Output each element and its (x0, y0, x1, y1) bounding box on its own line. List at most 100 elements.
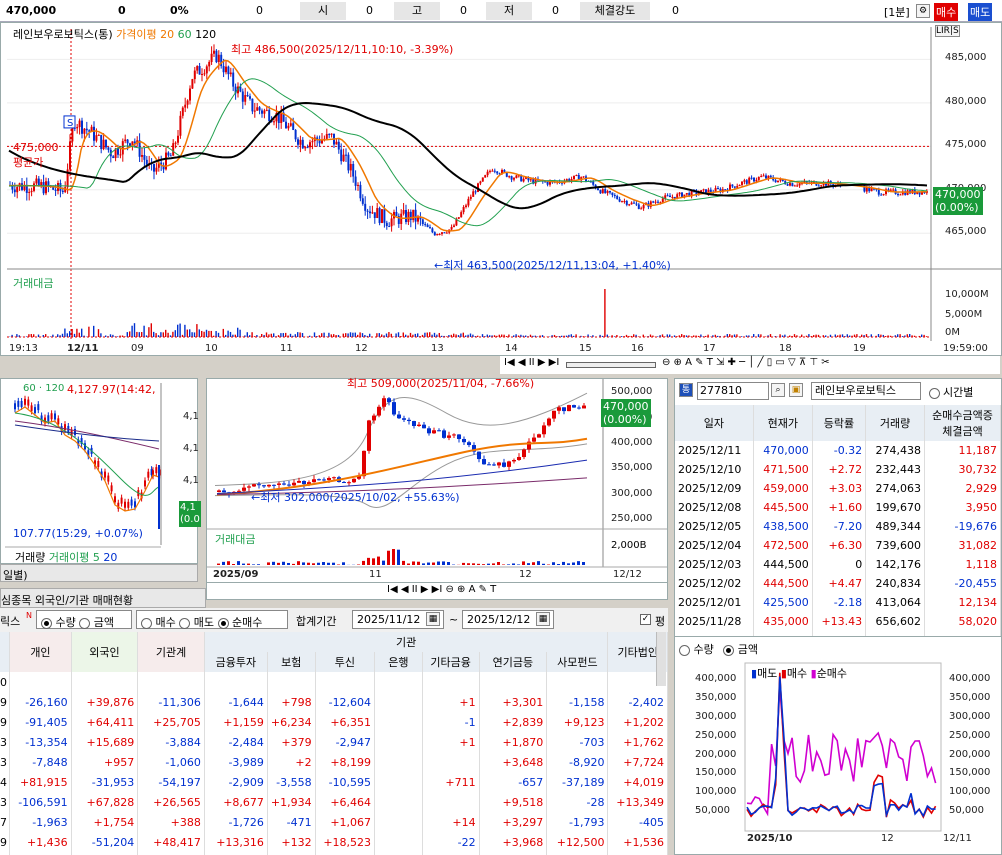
candle-body (381, 209, 383, 223)
opt-amt-radio[interactable] (79, 617, 91, 629)
col-header[interactable]: 보험 (267, 652, 316, 672)
opt-sell-radio[interactable] (179, 617, 191, 629)
volume-bar (273, 333, 275, 337)
opt-net-radio[interactable] (217, 617, 229, 629)
header-price[interactable]: 현재가 (753, 405, 813, 441)
candle-body (241, 91, 244, 102)
volume-bar (169, 335, 172, 337)
candle-body (395, 211, 398, 217)
net-qty-radio[interactable] (679, 644, 690, 656)
net-amt-radio[interactable] (723, 644, 735, 656)
opt-buy-radio[interactable] (141, 617, 152, 629)
table-row[interactable]: 2025/11/28 435,000 +13.43 656,602 58,020 (675, 612, 1001, 631)
opt-qty-radio[interactable] (41, 617, 52, 629)
calendar-to-icon[interactable]: ▦ (536, 612, 550, 626)
table-row[interactable]: 2025/12/10 471,500 +2.72 232,443 30,732 (675, 460, 1001, 479)
table-row[interactable]: 2025/12/02 444,500 +4.47 240,834 -20,455 (675, 574, 1001, 593)
cell: -1,963 (9, 812, 72, 832)
buy-button[interactable]: 매수 (934, 3, 959, 21)
table-row[interactable]: 3 -7,848 +957 -1,060 -3,989 +2 +8,199 +3,648 -8,… (0, 752, 668, 772)
daily-chart[interactable]: 최고 509,000(2025/11/04, -7.66%) 500,00045… (206, 377, 668, 600)
scroll-track[interactable] (566, 362, 656, 368)
col-header[interactable]: 투신 (315, 652, 376, 672)
table-row[interactable]: 7 -1,963 +1,754 +388 -1,726 -471 +1,067 +14 +3,2… (0, 812, 668, 832)
table-row[interactable]: 3 -13,354 +15,689 -3,884 -2,484 +379 -2,947 +1 +… (0, 732, 668, 752)
ma20-legend: 20 (160, 28, 175, 41)
volume-bar (141, 332, 143, 337)
table-row[interactable]: 4 +81,915 -31,953 -54,197 -2,909 -3,558 -10,59… (0, 772, 668, 792)
col-header[interactable]: 은행 (374, 652, 423, 672)
code-input[interactable]: 277810 (697, 382, 769, 400)
candle-body (453, 225, 455, 227)
cell-rate: 0 (812, 555, 867, 574)
daily-body (512, 459, 516, 462)
volume-bar (321, 333, 323, 337)
candle-body (654, 201, 657, 203)
table-row[interactable]: 3 -106,591 +67,828 +26,565 +8,677 +1,934 +6,46… (0, 792, 668, 812)
table-row[interactable]: 2025/12/04 472,500 +6.30 739,600 31,082 (675, 536, 1001, 555)
header-rate[interactable]: 등락률 (812, 405, 867, 441)
interval-selector[interactable]: [1분] (884, 4, 910, 20)
flags[interactable]: LIR|S (935, 25, 960, 37)
volume-bar (573, 335, 575, 337)
scroll-controls[interactable]: I◀ ◀ II ▶ ▶I (504, 357, 559, 368)
col-header[interactable]: 금융투자 (204, 652, 268, 672)
hourly-radio[interactable] (929, 387, 940, 399)
header-amount[interactable]: 순매수금액증 체결금액 (924, 405, 1001, 441)
table-row[interactable]: 2025/12/05 438,500 -7.20 489,344 -19,676 (675, 517, 1001, 536)
daily-vol-bar (247, 563, 250, 565)
table-row[interactable]: 9 +1,436 -51,204 +48,417 +13,316 +132 +18,523 -… (0, 832, 668, 852)
table-row[interactable]: 2025/12/01 425,500 -2.18 413,064 12,134 (675, 593, 1001, 612)
index-chart[interactable]: 60 · 120 4,127.97(14:42, 4,1 4,1 4,1 4,1 10… (0, 378, 201, 564)
candle-body (37, 178, 40, 186)
row-prefix: 3 (0, 752, 11, 772)
calendar-from-icon[interactable]: ▦ (426, 612, 440, 626)
table-row[interactable]: 2025/12/03 444,500 0 142,176 1,118 (675, 555, 1001, 574)
table-row[interactable]: 9 -26,160 +39,876 -11,306 -1,644 +798 -12,604 +… (0, 692, 668, 712)
table-row[interactable]: 2025/12/08 445,500 +1.60 199,670 3,950 (675, 498, 1001, 517)
candle-body (184, 104, 187, 108)
col-header[interactable]: 외국인 (71, 632, 139, 672)
col-header[interactable]: 개인 (9, 632, 72, 672)
zoom-tools[interactable]: ⊖ ⊕ A ✎ T ⇲ ✚ ─ │ ╱ ▯ ▭ ▽ ⊼ ⊤ ✂ (662, 357, 830, 368)
table-row[interactable]: 2025/12/09 459,000 +3.03 274,063 2,929 (675, 479, 1001, 498)
col-header[interactable]: 기타금융 (422, 652, 480, 672)
table-row[interactable]: 0 (0, 672, 668, 692)
settings-icon[interactable]: ⚙ (916, 4, 930, 18)
menu-icon[interactable]: 통 (679, 383, 693, 397)
investor-summary-tab[interactable]: 심종목 외국인/기관 매매현황 (0, 588, 206, 608)
daily-scroll-controls[interactable]: I◀ ◀ II ▶ ▶I ⊖ ⊕ A ✎ T (387, 584, 496, 595)
volume-bar (189, 329, 191, 337)
volume-bar (157, 335, 160, 337)
change-value: 0 (118, 4, 126, 17)
header-vol[interactable]: 거래량 (865, 405, 926, 441)
cell: -106,591 (9, 792, 72, 812)
col-header[interactable]: 사모펀드 (546, 652, 609, 672)
table-scrollbar[interactable] (656, 632, 666, 686)
volume-bar (925, 336, 928, 337)
cell-price: 438,500 (753, 517, 813, 536)
cell-vol: 656,602 (865, 612, 926, 631)
index-body (134, 501, 136, 508)
main-price-chart[interactable]: S 레인보우로보틱스(통) 가격이평 20 60 120 최고 486,500(… (0, 22, 1002, 356)
cell (374, 752, 423, 772)
cell: -1,793 (546, 812, 609, 832)
daily-body (457, 434, 461, 439)
daily-vol-bar (312, 563, 315, 565)
candle-body (407, 211, 410, 223)
candle-body (820, 185, 823, 187)
header-date[interactable]: 일자 (675, 405, 754, 441)
volume-bar (741, 336, 743, 337)
col-header[interactable]: 연기금등 (479, 652, 548, 672)
avg-checkbox[interactable]: ✓ (640, 614, 651, 625)
index-tab[interactable]: 일별) (0, 564, 198, 582)
search-icon[interactable]: ⌕ (771, 383, 785, 397)
candle-body (882, 194, 885, 196)
col-header[interactable]: 기관계 (137, 632, 205, 672)
avg-label: 평균가 (13, 156, 44, 169)
table-row[interactable]: 2025/12/11 470,000 -0.32 274,438 11,187 (675, 441, 1001, 460)
tab-prefix[interactable]: 릭스 (0, 613, 20, 629)
folder-icon[interactable]: ▣ (789, 383, 803, 397)
sell-button[interactable]: 매도 (968, 3, 993, 21)
table-row[interactable]: 9 -91,405 +64,411 +25,705 +1,159 +6,234 +6,351… (0, 712, 668, 732)
